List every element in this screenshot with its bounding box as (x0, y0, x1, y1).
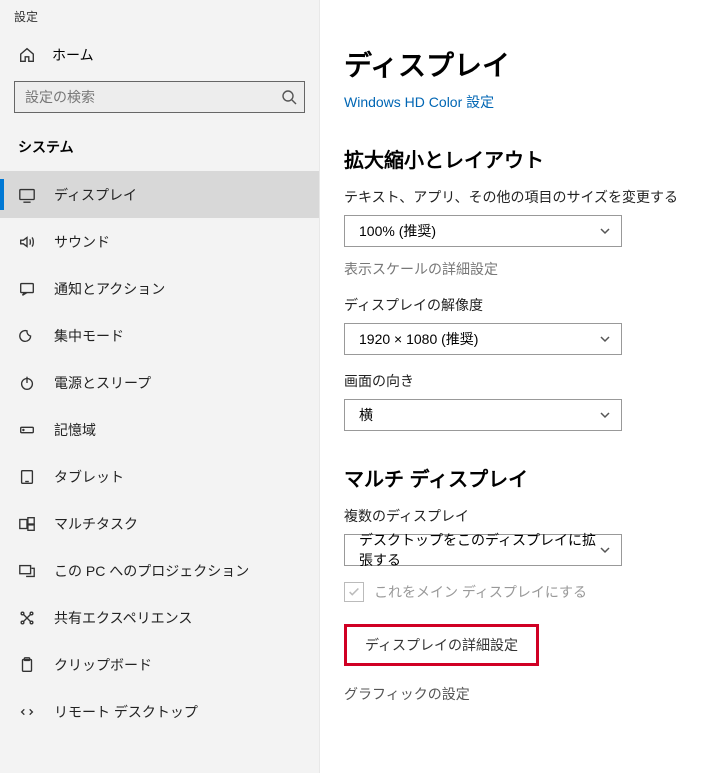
sidebar-item-label: この PC へのプロジェクション (54, 561, 249, 581)
home-icon (18, 46, 36, 64)
remote-icon (18, 703, 36, 721)
sidebar-item-remote[interactable]: リモート デスクトップ (0, 688, 319, 735)
sidebar-item-projection[interactable]: この PC へのプロジェクション (0, 547, 319, 594)
sidebar-item-label: 共有エクスペリエンス (54, 608, 192, 628)
sidebar-item-label: マルチタスク (54, 514, 138, 534)
resolution-select[interactable]: 1920 × 1080 (推奨) (344, 323, 622, 355)
multi-label: 複数のディスプレイ (344, 506, 723, 526)
multitasking-icon (18, 515, 36, 533)
main-display-checkbox-label: これをメイン ディスプレイにする (374, 582, 587, 602)
sidebar-item-label: 電源とスリープ (54, 373, 151, 393)
chevron-down-icon (599, 544, 611, 556)
scale-value: 100% (推奨) (359, 221, 436, 241)
power-icon (18, 374, 36, 392)
sidebar: 設定 ホーム システム ディスプレイ サウンド 通知と (0, 0, 320, 773)
orientation-select[interactable]: 横 (344, 399, 622, 431)
sidebar-item-label: サウンド (54, 232, 110, 252)
sidebar-item-storage[interactable]: 記憶域 (0, 406, 319, 453)
sidebar-item-label: ディスプレイ (54, 185, 137, 205)
chevron-down-icon (599, 409, 611, 421)
sidebar-item-clipboard[interactable]: クリップボード (0, 641, 319, 688)
search-input[interactable] (14, 81, 305, 113)
advanced-display-link[interactable]: ディスプレイの詳細設定 (344, 624, 539, 666)
page-title: ディスプレイ (344, 44, 723, 84)
sidebar-item-label: 記憶域 (54, 420, 96, 440)
sidebar-item-label: タブレット (54, 467, 124, 487)
sidebar-item-label: 集中モード (54, 326, 124, 346)
tablet-icon (18, 468, 36, 486)
scale-label: テキスト、アプリ、その他の項目のサイズを変更する (344, 187, 723, 207)
multi-heading: マルチ ディスプレイ (344, 463, 723, 492)
main-display-checkbox: これをメイン ディスプレイにする (344, 582, 723, 602)
home-label: ホーム (52, 45, 94, 65)
sidebar-item-sound[interactable]: サウンド (0, 218, 319, 265)
checkbox-icon (344, 582, 364, 602)
sound-icon (18, 233, 36, 251)
sidebar-item-power[interactable]: 電源とスリープ (0, 359, 319, 406)
search-icon (281, 89, 297, 105)
sidebar-item-label: リモート デスクトップ (54, 702, 198, 722)
sidebar-item-display[interactable]: ディスプレイ (0, 171, 319, 218)
hdcolor-link[interactable]: Windows HD Color 設定 (344, 92, 723, 112)
sidebar-item-focus[interactable]: 集中モード (0, 312, 319, 359)
sidebar-item-notifications[interactable]: 通知とアクション (0, 265, 319, 312)
resolution-value: 1920 × 1080 (推奨) (359, 329, 478, 349)
search-wrap (14, 81, 305, 113)
main-content: ディスプレイ Windows HD Color 設定 拡大縮小とレイアウト テキ… (320, 0, 723, 773)
sidebar-section-header: システム (0, 131, 319, 171)
chevron-down-icon (599, 225, 611, 237)
sidebar-item-multitasking[interactable]: マルチタスク (0, 500, 319, 547)
sidebar-item-label: クリップボード (54, 655, 152, 675)
orientation-value: 横 (359, 405, 373, 425)
scale-select[interactable]: 100% (推奨) (344, 215, 622, 247)
shared-icon (18, 609, 36, 627)
clipboard-icon (18, 656, 36, 674)
projection-icon (18, 562, 36, 580)
notifications-icon (18, 280, 36, 298)
display-icon (18, 186, 36, 204)
scale-heading: 拡大縮小とレイアウト (344, 144, 723, 173)
multi-value: デスクトップをこのディスプレイに拡張する (359, 530, 599, 570)
advanced-scale-link[interactable]: 表示スケールの詳細設定 (344, 259, 723, 279)
chevron-down-icon (599, 333, 611, 345)
window-title: 設定 (0, 4, 319, 35)
orientation-label: 画面の向き (344, 371, 723, 391)
graphics-link[interactable]: グラフィックの設定 (344, 684, 723, 704)
focus-icon (18, 327, 36, 345)
sidebar-item-label: 通知とアクション (54, 279, 165, 299)
sidebar-item-shared[interactable]: 共有エクスペリエンス (0, 594, 319, 641)
storage-icon (18, 421, 36, 439)
sidebar-item-tablet[interactable]: タブレット (0, 453, 319, 500)
multi-select[interactable]: デスクトップをこのディスプレイに拡張する (344, 534, 622, 566)
home-button[interactable]: ホーム (0, 35, 319, 75)
resolution-label: ディスプレイの解像度 (344, 295, 723, 315)
